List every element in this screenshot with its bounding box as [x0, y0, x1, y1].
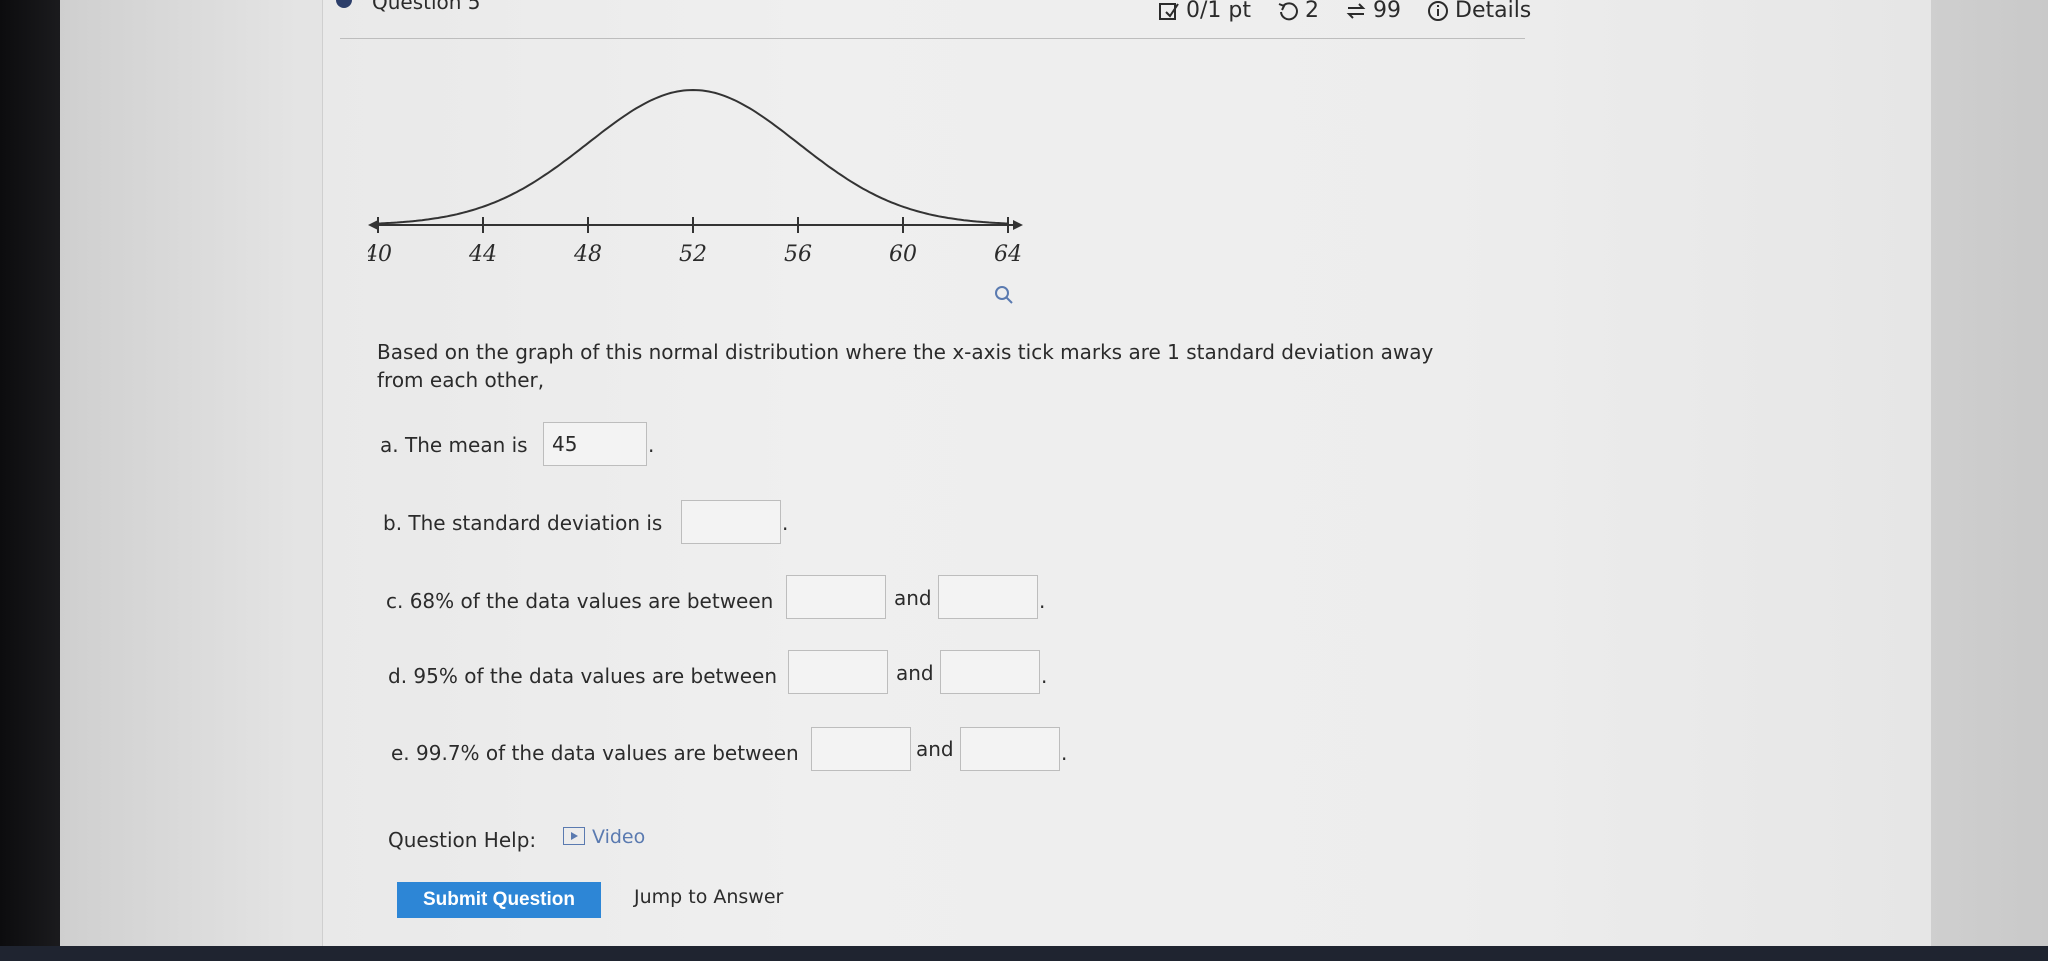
part-c-and: and: [894, 586, 932, 610]
video-icon[interactable]: [563, 827, 585, 845]
attempts-icon: [1346, 2, 1366, 19]
zoom-icon[interactable]: [995, 286, 1013, 304]
part-a-label: a. The mean is: [380, 433, 528, 457]
points-label: 0/1 pt: [1186, 0, 1251, 23]
normal-curve: [377, 88, 1009, 225]
part-d-period: .: [1041, 664, 1048, 688]
retries-count: 2: [1305, 0, 1319, 23]
part-c-period: .: [1039, 589, 1046, 613]
standard-deviation-input[interactable]: [681, 500, 781, 544]
jump-to-answer-link[interactable]: Jump to Answer: [634, 886, 783, 908]
part-e-period: .: [1061, 741, 1068, 765]
part-e-label: e. 99.7% of the data values are between: [391, 741, 799, 765]
x-tick-label-52: 52: [679, 242, 707, 267]
x-tick-label-64: 64: [994, 242, 1022, 267]
part-d-upper-input[interactable]: [940, 650, 1040, 694]
question-help-label: Question Help:: [388, 828, 537, 852]
info-icon[interactable]: [1427, 0, 1449, 22]
attempts-count: 99: [1373, 0, 1401, 23]
right-arrow-icon: [1013, 220, 1023, 230]
part-b-period: .: [782, 511, 789, 535]
part-c-lower-input[interactable]: [786, 575, 886, 619]
part-e-lower-input[interactable]: [811, 727, 911, 771]
part-d-and: and: [896, 661, 934, 685]
part-d-lower-input[interactable]: [788, 650, 888, 694]
question-meta: 0/1 pt 2 99 Details: [1158, 0, 1531, 23]
part-e-upper-input[interactable]: [960, 727, 1060, 771]
question-header: Question 5 0/1 pt 2 99 Details: [336, 0, 1531, 39]
x-tick-label-40: 40: [368, 242, 392, 267]
x-tick-label-48: 48: [573, 242, 602, 267]
prompt-line-1: Based on the graph of this normal distri…: [377, 340, 1434, 364]
retry-icon: [1278, 1, 1298, 20]
submit-question-button[interactable]: Submit Question: [397, 882, 601, 918]
question-title: Question 5: [372, 0, 481, 14]
part-a-period: .: [648, 433, 655, 457]
part-d-label: d. 95% of the data values are between: [388, 664, 778, 688]
part-c-label: c. 68% of the data values are between: [386, 589, 774, 613]
details-link[interactable]: Details: [1455, 0, 1531, 23]
normal-distribution-graph: 40 44 48 52 56 60 64: [368, 88, 1023, 304]
checkbox-edit-icon: [1159, 2, 1179, 20]
prompt-line-2: from each other,: [377, 368, 545, 392]
mean-input[interactable]: [543, 422, 647, 466]
monitor-bezel-bottom: [0, 946, 2048, 961]
part-c-upper-input[interactable]: [938, 575, 1038, 619]
part-b-label: b. The standard deviation is: [383, 511, 663, 535]
x-tick-label-60: 60: [889, 242, 917, 267]
video-link[interactable]: Video: [592, 826, 645, 848]
left-arrow-icon: [368, 220, 378, 230]
part-e-and: and: [916, 737, 954, 761]
x-tick-label-44: 44: [468, 242, 497, 267]
x-tick-label-56: 56: [784, 242, 812, 267]
